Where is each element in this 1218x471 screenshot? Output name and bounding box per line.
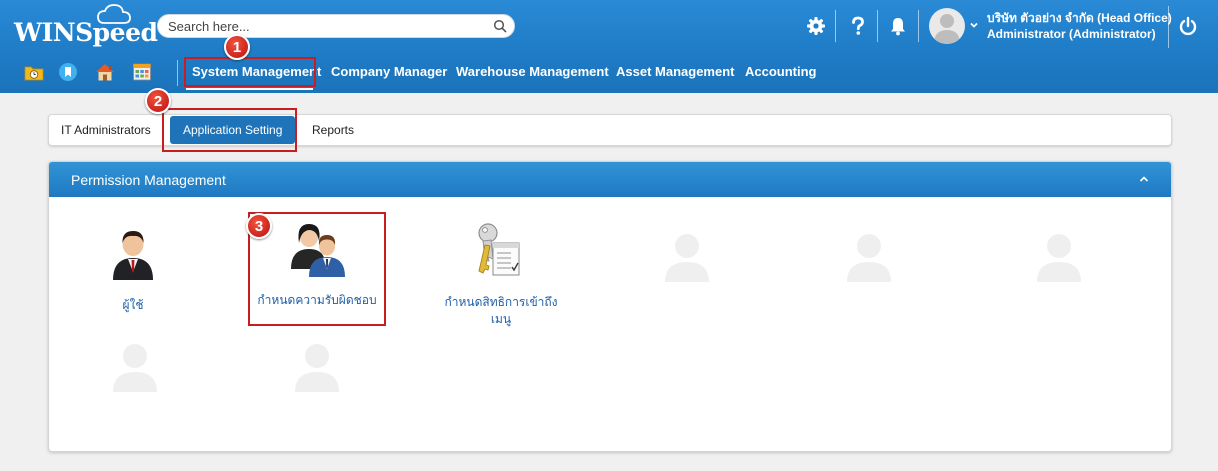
tab-reports[interactable]: Reports <box>312 116 354 144</box>
menu-company-manager[interactable]: Company Manager <box>331 64 447 79</box>
question-icon <box>852 16 864 35</box>
power-icon <box>1179 16 1197 36</box>
search-box <box>157 14 515 38</box>
logout-button[interactable] <box>1176 14 1200 38</box>
menu-divider <box>177 60 178 86</box>
user-silhouette-icon <box>934 14 960 44</box>
tile-label: ผู้ใช้ <box>122 298 144 312</box>
folder-clock-icon[interactable] <box>24 62 44 82</box>
key-checklist-icon <box>478 223 520 276</box>
header-divider <box>835 10 836 42</box>
chevron-up-icon[interactable] <box>1137 172 1151 186</box>
step-badge-1: 1 <box>224 34 250 60</box>
home-icon[interactable] <box>95 62 115 82</box>
panel-title: Permission Management <box>71 172 226 188</box>
active-menu-indicator <box>186 88 313 90</box>
placeholder-icon <box>665 234 709 282</box>
tile-label: กำหนดสิทธิการเข้าถึงเมนู <box>444 295 558 326</box>
highlight-box-1 <box>184 57 316 87</box>
help-button[interactable] <box>846 14 870 38</box>
avatar[interactable] <box>929 8 965 44</box>
user-info[interactable]: บริษัท ตัวอย่าง จำกัด (Head Office) Admi… <box>987 10 1172 42</box>
header-divider <box>877 10 878 42</box>
settings-button[interactable] <box>804 14 828 38</box>
tab-it-administrators[interactable]: IT Administrators <box>61 116 151 144</box>
highlight-box-2 <box>162 108 297 152</box>
menu-warehouse-management[interactable]: Warehouse Management <box>456 64 609 79</box>
company-name: บริษัท ตัวอย่าง จำกัด (Head Office) <box>987 11 1172 25</box>
tile-menu-access[interactable]: กำหนดสิทธิการเข้าถึงเมนู <box>441 219 561 328</box>
header-divider <box>1168 6 1169 48</box>
bookmark-icon[interactable] <box>58 62 78 82</box>
panel-header: Permission Management <box>49 162 1171 197</box>
tile-user[interactable]: ผู้ใช้ <box>73 222 193 314</box>
search-input[interactable] <box>168 18 488 35</box>
menu-accounting[interactable]: Accounting <box>745 64 817 79</box>
top-bar: WINSpeed Search here... บริษัท ตัวอย่าง … <box>0 0 1218 93</box>
notifications-button[interactable] <box>886 14 910 38</box>
bell-icon <box>891 18 905 36</box>
step-badge-2: 2 <box>145 88 171 114</box>
user-icon <box>113 231 153 280</box>
placeholder-icon <box>847 234 891 282</box>
placeholder-icon <box>1037 234 1081 282</box>
calendar-grid-icon[interactable] <box>132 62 152 82</box>
placeholder-icon <box>295 344 339 392</box>
search-icon[interactable] <box>493 19 507 33</box>
chevron-down-icon[interactable] <box>968 19 980 31</box>
step-badge-3: 3 <box>246 213 272 239</box>
user-name: Administrator (Administrator) <box>987 27 1156 41</box>
placeholder-icon <box>113 344 157 392</box>
permission-management-panel: Permission Management ผู้ใช้ กำหนดความรั… <box>48 161 1172 452</box>
gear-icon <box>807 17 825 35</box>
app-logo[interactable]: WINSpeed <box>14 18 158 47</box>
menu-asset-management[interactable]: Asset Management <box>616 64 734 79</box>
header-divider <box>918 10 919 42</box>
